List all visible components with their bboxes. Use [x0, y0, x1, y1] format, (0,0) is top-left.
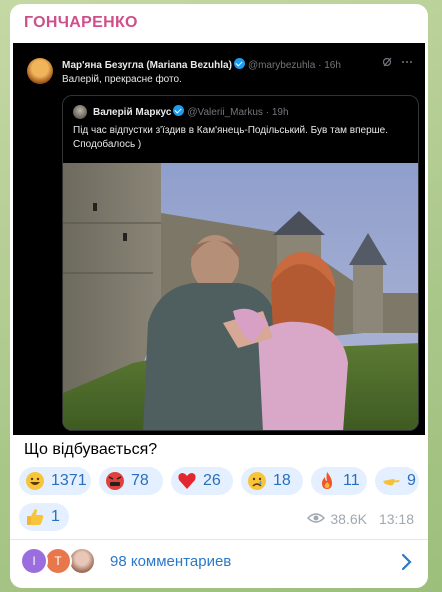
reaction-pointing[interactable]: 9 — [375, 467, 419, 495]
pointing-hand-icon — [381, 471, 401, 491]
reaction-count: 78 — [131, 472, 149, 489]
verified-icon — [233, 58, 245, 69]
reaction-grinning[interactable]: 1371 — [19, 467, 91, 495]
commenter-avatar: I — [20, 547, 48, 575]
more-icon — [402, 61, 412, 63]
views-count: 38.6K — [330, 511, 367, 527]
tweet-author-line: Мар'яна Безугла (Mariana Bezuhla) @marybe… — [62, 58, 341, 71]
reaction-crying[interactable]: 18 — [241, 467, 303, 495]
reaction-count: 1371 — [51, 472, 87, 489]
message-meta: 38.6K 13:18 — [307, 511, 414, 527]
chevron-right-icon — [400, 552, 412, 576]
reaction-thumbs-up[interactable]: 1 — [19, 503, 69, 531]
reaction-count: 11 — [343, 472, 360, 489]
reaction-count: 26 — [203, 472, 221, 489]
grinning-face-icon — [25, 471, 45, 491]
reaction-count: 1 — [51, 508, 60, 525]
quoted-author-avatar — [73, 105, 87, 119]
grok-icon — [382, 57, 392, 67]
verified-icon — [173, 105, 185, 116]
quoted-author-line: Валерій Маркус @Valerii_Markus · 19h — [93, 105, 289, 118]
commenter-avatar — [68, 547, 96, 575]
message-time: 13:18 — [378, 511, 414, 527]
reaction-count: 18 — [273, 472, 291, 489]
comments-label: 98 комментариев — [110, 553, 232, 570]
tweet-actions — [382, 57, 413, 70]
red-heart-icon — [177, 471, 197, 491]
tweet-author-name: Мар'яна Безугла (Mariana Bezuhla) — [62, 60, 232, 71]
channel-name[interactable]: ГОНЧАРЕНКО — [24, 14, 138, 32]
post-text: Що відбувається? — [24, 441, 158, 458]
quoted-tweet[interactable]: Валерій Маркус @Valerii_Markus · 19h Під … — [62, 95, 419, 431]
reaction-angry[interactable]: 78 — [99, 467, 163, 495]
reaction-count: 9 — [407, 472, 416, 489]
tweet-author-avatar — [27, 58, 53, 84]
commenter-avatar: T — [44, 547, 72, 575]
crying-face-icon — [247, 471, 267, 491]
tweet-screenshot[interactable]: Мар'яна Безугла (Mariana Bezuhla) @marybe… — [13, 43, 425, 435]
fire-icon — [317, 471, 337, 491]
reaction-fire[interactable]: 11 — [311, 467, 367, 495]
quoted-handle: @Valerii_Markus · 19h — [187, 107, 289, 118]
message-bubble: ГОНЧАРЕНКО Мар'яна Безугла (Mariana Bezu… — [10, 4, 428, 588]
angry-face-icon — [105, 471, 125, 491]
tweet-text: Валерій, прекрасне фото. — [62, 74, 182, 85]
views-eye-icon — [307, 511, 326, 527]
quoted-text: Під час відпустки з'їздив в Кам'янець-По… — [73, 125, 389, 150]
quoted-author-name: Валерій Маркус — [93, 107, 172, 118]
tweet-handle: @marybezuhla · 16h — [247, 60, 341, 71]
castle-photo — [63, 163, 418, 430]
comments-button[interactable]: I T 98 комментариев — [10, 540, 428, 588]
thumbs-up-icon — [25, 507, 45, 527]
reaction-heart[interactable]: 26 — [171, 467, 233, 495]
